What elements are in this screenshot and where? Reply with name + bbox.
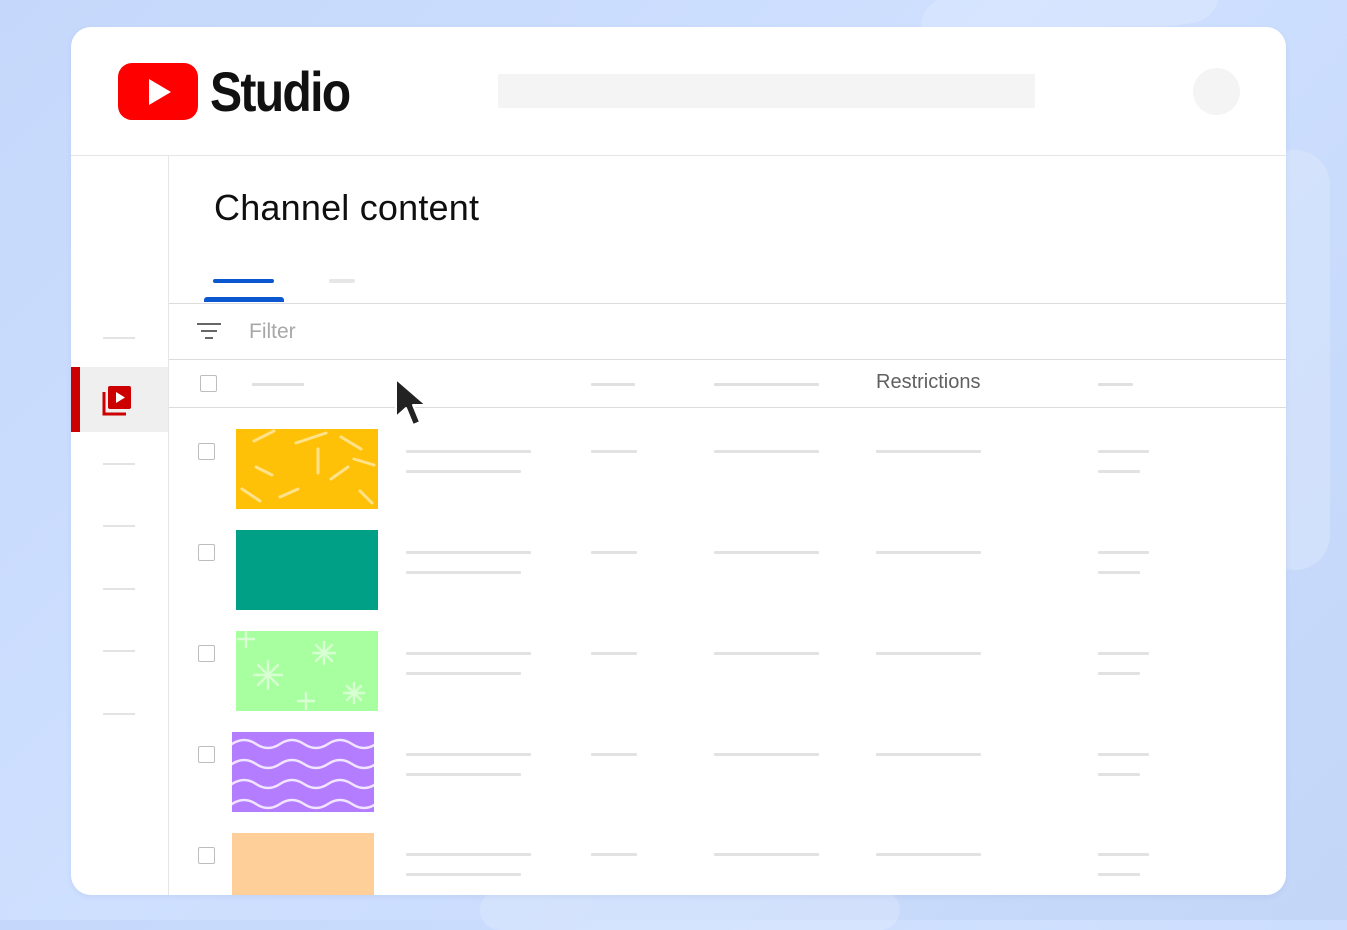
tab-videos[interactable] xyxy=(213,279,274,283)
active-indicator xyxy=(71,367,80,432)
thumbnail-pattern xyxy=(232,738,374,810)
video-title-placeholder xyxy=(406,652,531,655)
row-checkbox[interactable] xyxy=(198,645,215,662)
cell-placeholder xyxy=(1098,873,1140,876)
video-thumbnail[interactable] xyxy=(236,429,378,509)
column-header[interactable] xyxy=(591,383,635,386)
video-thumbnail[interactable] xyxy=(236,530,378,610)
cell-placeholder xyxy=(1098,571,1140,574)
sidebar-item-placeholder[interactable] xyxy=(103,337,135,339)
column-header-restrictions[interactable]: Restrictions xyxy=(876,371,980,394)
sidebar-item-placeholder[interactable] xyxy=(103,525,135,527)
row-checkbox[interactable] xyxy=(198,443,215,460)
video-thumbnail[interactable] xyxy=(232,732,374,812)
sidebar-item-placeholder[interactable] xyxy=(103,588,135,590)
video-thumbnail[interactable] xyxy=(236,631,378,711)
restrictions-cell-placeholder xyxy=(876,450,981,453)
video-title-placeholder xyxy=(406,753,531,756)
thumbnail-pattern xyxy=(236,631,366,711)
background-brush-stroke xyxy=(480,890,900,930)
tab-active-underline xyxy=(204,297,284,302)
restrictions-cell-placeholder xyxy=(876,853,981,856)
sidebar-item-content[interactable] xyxy=(71,367,168,432)
top-bar: Studio xyxy=(71,27,1286,156)
youtube-play-icon xyxy=(118,63,198,120)
row-checkbox[interactable] xyxy=(198,544,215,561)
cell-placeholder xyxy=(591,853,637,856)
account-avatar[interactable] xyxy=(1193,68,1240,115)
video-thumbnail[interactable] xyxy=(232,833,374,895)
cell-placeholder xyxy=(1098,853,1149,856)
page-title: Channel content xyxy=(214,187,480,228)
cell-placeholder xyxy=(714,450,819,453)
video-description-placeholder xyxy=(406,873,521,876)
cell-placeholder xyxy=(1098,470,1140,473)
video-description-placeholder xyxy=(406,672,521,675)
filter-icon[interactable] xyxy=(197,320,221,342)
mouse-cursor-icon xyxy=(395,378,427,426)
row-checkbox[interactable] xyxy=(198,847,215,864)
cell-placeholder xyxy=(1098,773,1140,776)
column-header[interactable] xyxy=(714,383,819,386)
column-header-video[interactable] xyxy=(252,383,304,386)
divider xyxy=(169,303,1286,304)
video-title-placeholder xyxy=(406,450,531,453)
cell-placeholder xyxy=(714,753,819,756)
restrictions-cell-placeholder xyxy=(876,551,981,554)
sidebar-item-placeholder[interactable] xyxy=(103,463,135,465)
filter-input[interactable]: Filter xyxy=(249,320,296,344)
tab-secondary[interactable] xyxy=(329,279,355,283)
app-name: Studio xyxy=(210,59,351,123)
cell-placeholder xyxy=(714,652,819,655)
video-title-placeholder xyxy=(406,853,531,856)
sidebar-item-placeholder[interactable] xyxy=(103,713,135,715)
restrictions-cell-placeholder xyxy=(876,652,981,655)
cell-placeholder xyxy=(1098,450,1149,453)
cell-placeholder xyxy=(591,753,637,756)
video-description-placeholder xyxy=(406,773,521,776)
cell-placeholder xyxy=(714,853,819,856)
divider xyxy=(169,359,1286,360)
select-all-checkbox[interactable] xyxy=(200,375,217,392)
divider xyxy=(169,407,1286,408)
studio-logo[interactable]: Studio xyxy=(118,63,372,120)
column-header[interactable] xyxy=(1098,383,1133,386)
cell-placeholder xyxy=(591,652,637,655)
cell-placeholder xyxy=(1098,753,1149,756)
thumbnail-pattern xyxy=(240,429,376,505)
channel-content-icon xyxy=(102,386,131,416)
cell-placeholder xyxy=(1098,672,1140,675)
sidebar-item-placeholder[interactable] xyxy=(103,650,135,652)
cell-placeholder xyxy=(714,551,819,554)
video-title-placeholder xyxy=(406,551,531,554)
cell-placeholder xyxy=(1098,652,1149,655)
restrictions-cell-placeholder xyxy=(876,753,981,756)
search-input[interactable] xyxy=(498,74,1035,108)
sidebar xyxy=(71,156,169,895)
row-checkbox[interactable] xyxy=(198,746,215,763)
cell-placeholder xyxy=(591,450,637,453)
cell-placeholder xyxy=(591,551,637,554)
studio-window: Studio Channel content Filter Restrictio… xyxy=(71,27,1286,895)
video-description-placeholder xyxy=(406,470,521,473)
cell-placeholder xyxy=(1098,551,1149,554)
video-description-placeholder xyxy=(406,571,521,574)
